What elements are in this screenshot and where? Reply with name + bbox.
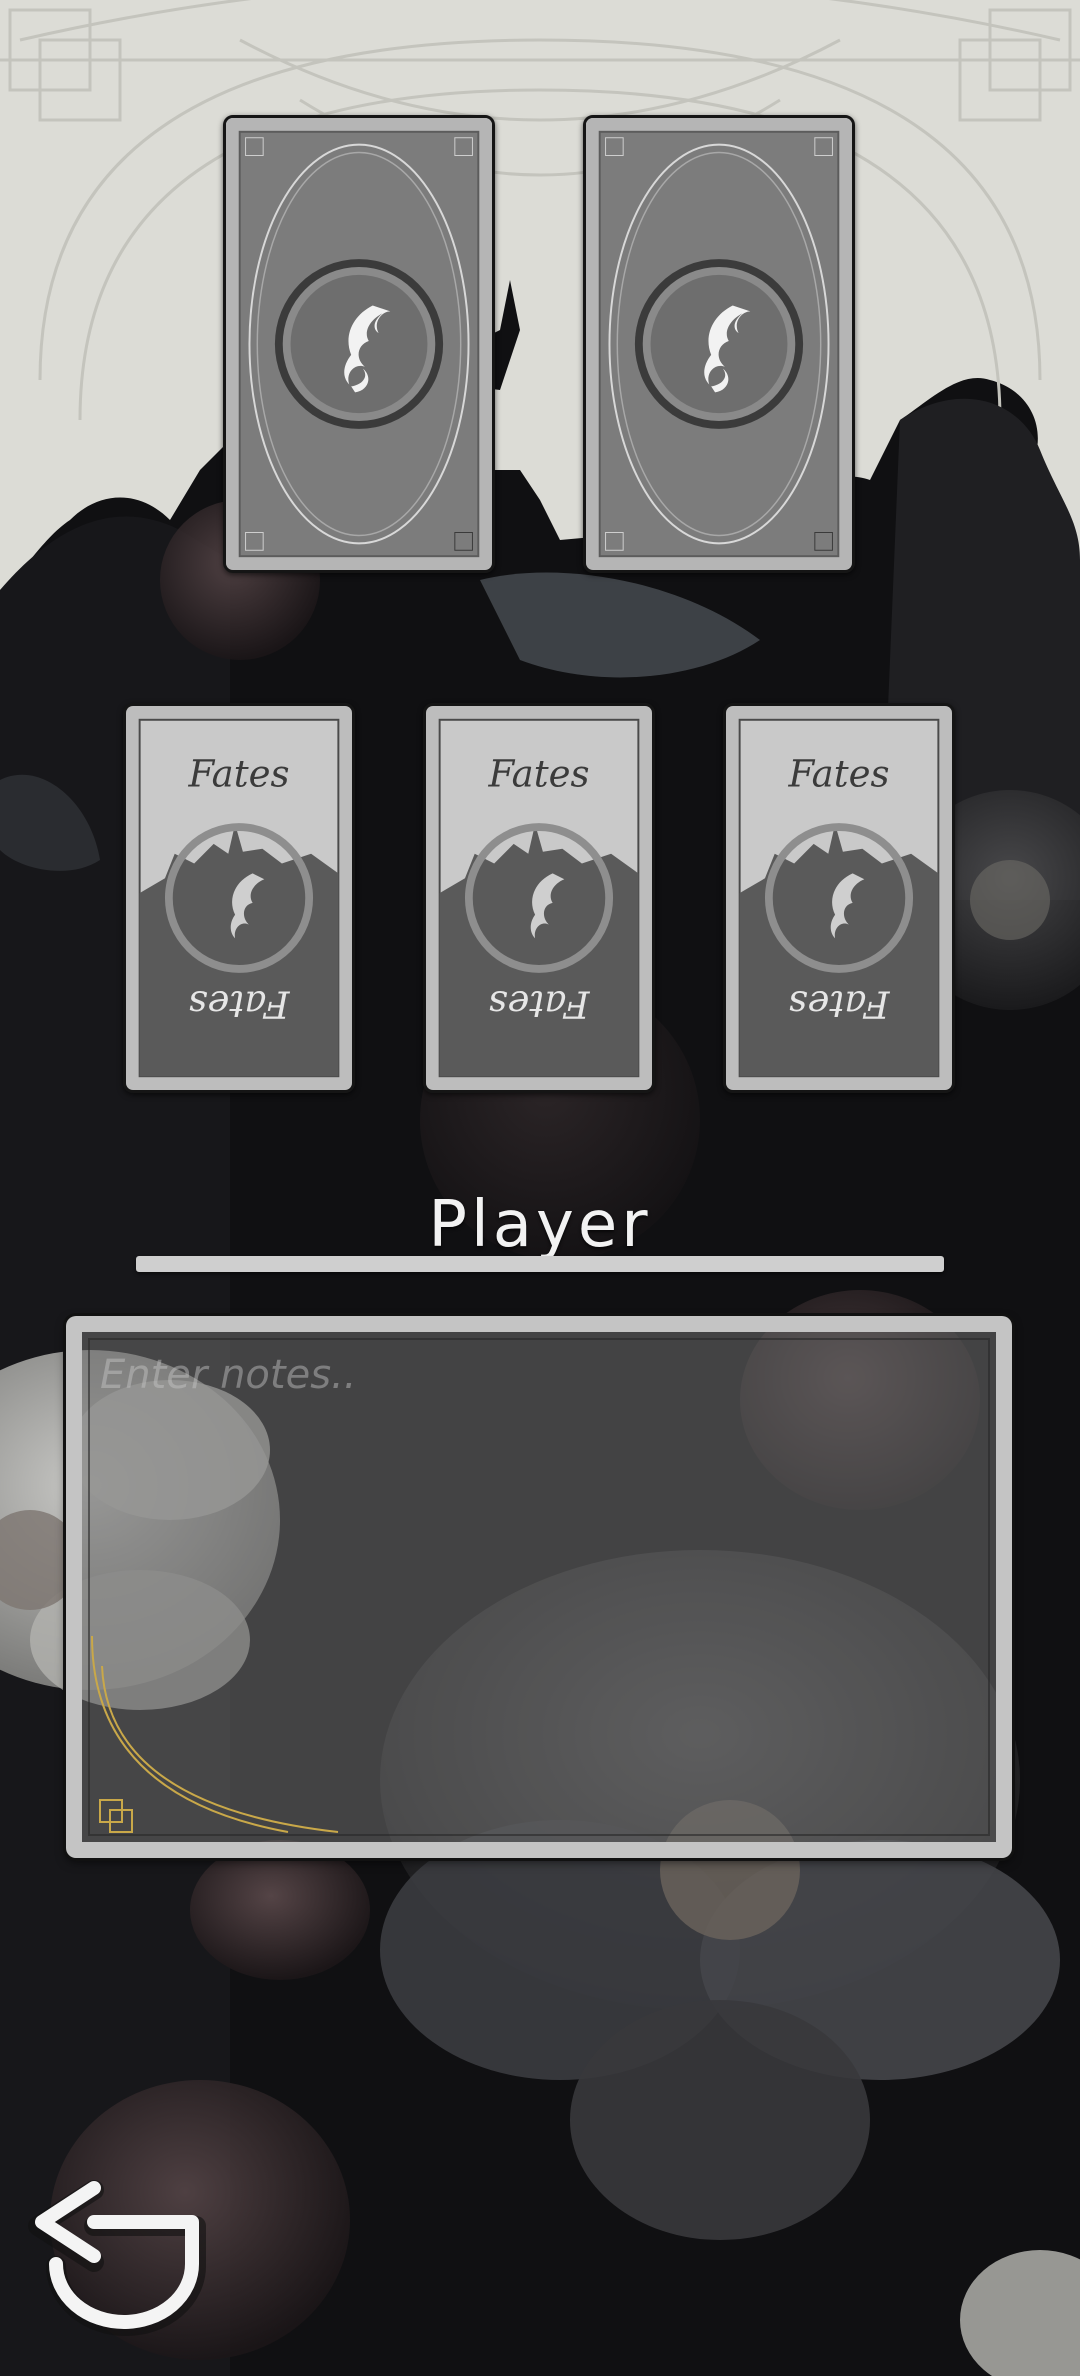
hand-card-3[interactable]: Fates Fates bbox=[723, 703, 955, 1093]
deck-card-1[interactable] bbox=[223, 115, 495, 573]
card-title-inverted: Fates bbox=[489, 982, 591, 1026]
back-button[interactable] bbox=[24, 2176, 214, 2336]
card-title: Fates bbox=[788, 752, 890, 796]
notes-panel bbox=[66, 1316, 1012, 1858]
player-name: Player bbox=[428, 1188, 652, 1262]
card-title: Fates bbox=[188, 752, 290, 796]
back-arrow-icon bbox=[28, 2180, 206, 2336]
card-title-inverted: Fates bbox=[189, 982, 291, 1026]
notes-input[interactable] bbox=[90, 1340, 988, 1834]
player-name-underline bbox=[136, 1256, 944, 1272]
hand-card-1[interactable]: Fates Fates bbox=[123, 703, 355, 1093]
card-title: Fates bbox=[488, 752, 590, 796]
deck-card-2[interactable] bbox=[583, 115, 855, 573]
card-title-inverted: Fates bbox=[789, 982, 891, 1026]
game-screen: Fates Fates Fates Fates Fates Fates Play… bbox=[0, 0, 1080, 2376]
hand-card-2[interactable]: Fates Fates bbox=[423, 703, 655, 1093]
